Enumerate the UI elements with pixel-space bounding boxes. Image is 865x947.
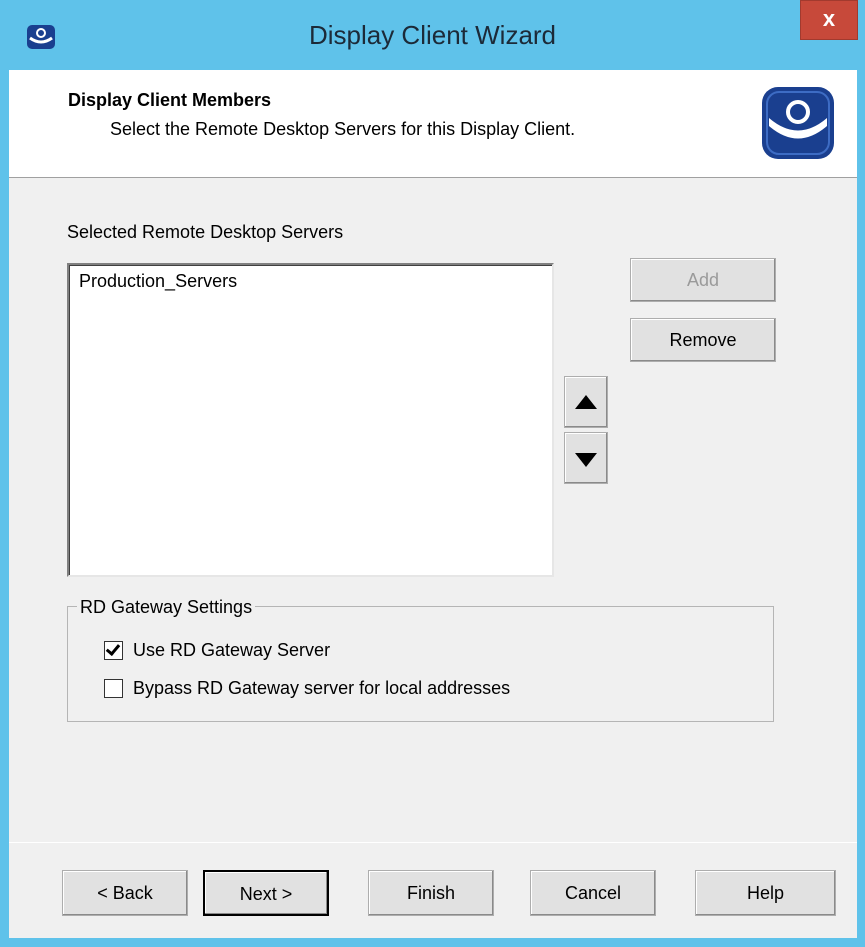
footer-divider xyxy=(9,842,857,843)
back-button[interactable]: < Back xyxy=(62,870,188,916)
use-rd-gateway-checkbox[interactable] xyxy=(104,640,123,660)
add-button[interactable]: Add xyxy=(630,258,776,302)
cancel-button[interactable]: Cancel xyxy=(530,870,656,916)
title-bar[interactable]: Display Client Wizard x xyxy=(0,0,865,78)
rd-gateway-legend: RD Gateway Settings xyxy=(77,597,256,618)
rd-gateway-group xyxy=(67,606,774,722)
page-title: Display Client Members xyxy=(68,90,272,110)
checkmark-icon xyxy=(105,640,121,657)
close-button[interactable]: x xyxy=(800,0,858,40)
remove-button[interactable]: Remove xyxy=(630,318,776,362)
move-down-button[interactable] xyxy=(564,432,608,484)
use-rd-gateway-label: Use RD Gateway Server xyxy=(133,640,331,660)
bypass-rd-gateway-option[interactable]: Bypass RD Gateway server for local addre… xyxy=(104,678,510,699)
selected-servers-label: Selected Remote Desktop Servers xyxy=(67,222,344,242)
wizard-body: Display Client Members Select the Remote… xyxy=(9,70,857,938)
list-item[interactable]: Production_Servers xyxy=(69,265,552,292)
bypass-rd-gateway-checkbox[interactable] xyxy=(104,679,123,698)
thinmanager-logo-icon xyxy=(762,87,834,159)
wizard-header: Display Client Members Select the Remote… xyxy=(9,70,857,178)
bypass-rd-gateway-label: Bypass RD Gateway server for local addre… xyxy=(133,678,511,698)
move-up-button[interactable] xyxy=(564,376,608,428)
arrow-down-icon xyxy=(575,453,597,467)
arrow-up-icon xyxy=(575,395,597,409)
next-button[interactable]: Next > xyxy=(203,870,329,916)
finish-button[interactable]: Finish xyxy=(368,870,494,916)
page-subtitle: Select the Remote Desktop Servers for th… xyxy=(110,119,576,139)
selected-servers-list[interactable]: Production_Servers xyxy=(67,263,554,577)
window-title: Display Client Wizard xyxy=(308,20,557,50)
help-button[interactable]: Help xyxy=(695,870,836,916)
use-rd-gateway-option[interactable]: Use RD Gateway Server xyxy=(104,640,330,661)
wizard-window: Display Client Wizard x Display Client M… xyxy=(0,0,865,947)
